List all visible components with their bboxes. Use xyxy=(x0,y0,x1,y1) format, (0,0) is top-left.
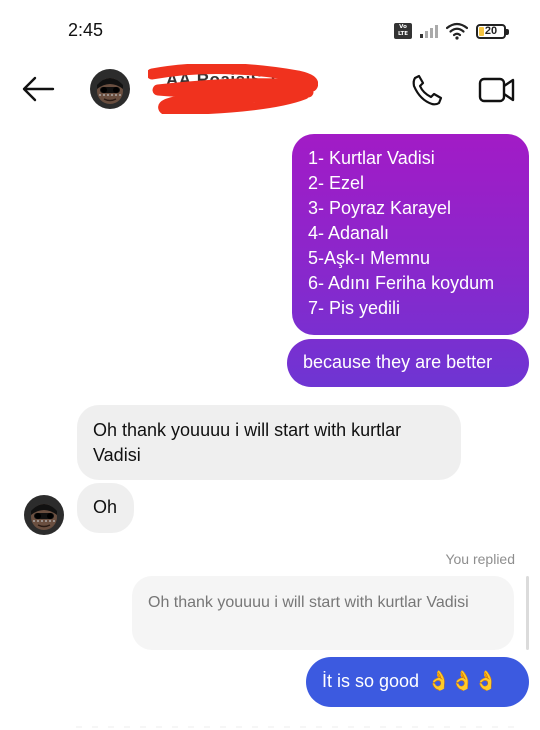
signal-icon xyxy=(420,24,438,38)
sent-message-better[interactable]: because they are better xyxy=(287,339,529,387)
list-item: 1- Kurtlar Vadisi xyxy=(308,148,435,168)
sender-avatar[interactable] xyxy=(24,495,64,535)
message-text: Oh thank youuuu i will start with kurtla… xyxy=(93,420,402,465)
volte-icon: Vo LTE xyxy=(394,23,412,39)
voice-call-button[interactable] xyxy=(410,73,444,107)
status-icons: Vo LTE 20 xyxy=(394,20,509,42)
contact-name-area[interactable]: ÀÀ RoaisiS TrØ xyxy=(148,64,318,114)
back-button[interactable] xyxy=(20,74,56,104)
redaction-scribble xyxy=(148,64,318,114)
reply-label: You replied xyxy=(445,551,515,567)
list-item: 7- Pis yedili xyxy=(308,298,401,318)
wifi-icon xyxy=(446,22,468,40)
video-camera-icon xyxy=(478,77,515,103)
battery-icon: 20 xyxy=(476,23,509,39)
sent-message-good[interactable]: İt is so good 👌👌👌 xyxy=(306,657,529,707)
status-time: 2:45 xyxy=(68,20,104,40)
battery-fill xyxy=(479,26,485,36)
list-item: 3- Poyraz Karayel xyxy=(308,198,452,218)
faint-divider xyxy=(76,726,516,728)
quoted-reply[interactable]: Oh thank youuuu i will start with kurtla… xyxy=(132,576,514,650)
contact-avatar[interactable] xyxy=(90,69,130,109)
ok-hand-emoji: 👌👌👌 xyxy=(427,670,499,692)
phone-icon xyxy=(412,74,443,106)
volte-bottom: LTE xyxy=(397,31,409,37)
list-item: 6- Adını Feriha koydum xyxy=(308,273,495,293)
volte-top: Vo xyxy=(399,24,407,30)
quoted-text: Oh thank youuuu i will start with kurtla… xyxy=(148,594,469,611)
sent-message-list[interactable]: 1- Kurtlar Vadisi 2- Ezel 3- Poyraz Kara… xyxy=(292,134,529,335)
message-text: because they are better xyxy=(303,352,493,372)
list-item: 2- Ezel xyxy=(308,173,365,193)
series-list: 1- Kurtlar Vadisi 2- Ezel 3- Poyraz Kara… xyxy=(308,146,517,321)
list-item: 4- Adanalı xyxy=(308,223,390,243)
arrow-left-icon xyxy=(22,76,55,102)
message-text: Oh xyxy=(93,497,118,517)
quote-bar xyxy=(526,576,529,650)
message-text: İt is so good xyxy=(322,671,420,691)
chat-header: ÀÀ RoaisiS TrØ xyxy=(0,56,540,124)
battery-level: 20 xyxy=(484,25,498,37)
message-thread[interactable]: 1- Kurtlar Vadisi 2- Ezel 3- Poyraz Kara… xyxy=(0,124,540,730)
status-bar: 2:45 Vo LTE 20 xyxy=(0,0,540,56)
list-item: 5-Aşk-ı Memnu xyxy=(308,248,431,268)
video-call-button[interactable] xyxy=(478,73,516,107)
received-message[interactable]: Oh thank youuuu i will start with kurtla… xyxy=(77,405,461,480)
received-message[interactable]: Oh xyxy=(77,483,134,533)
